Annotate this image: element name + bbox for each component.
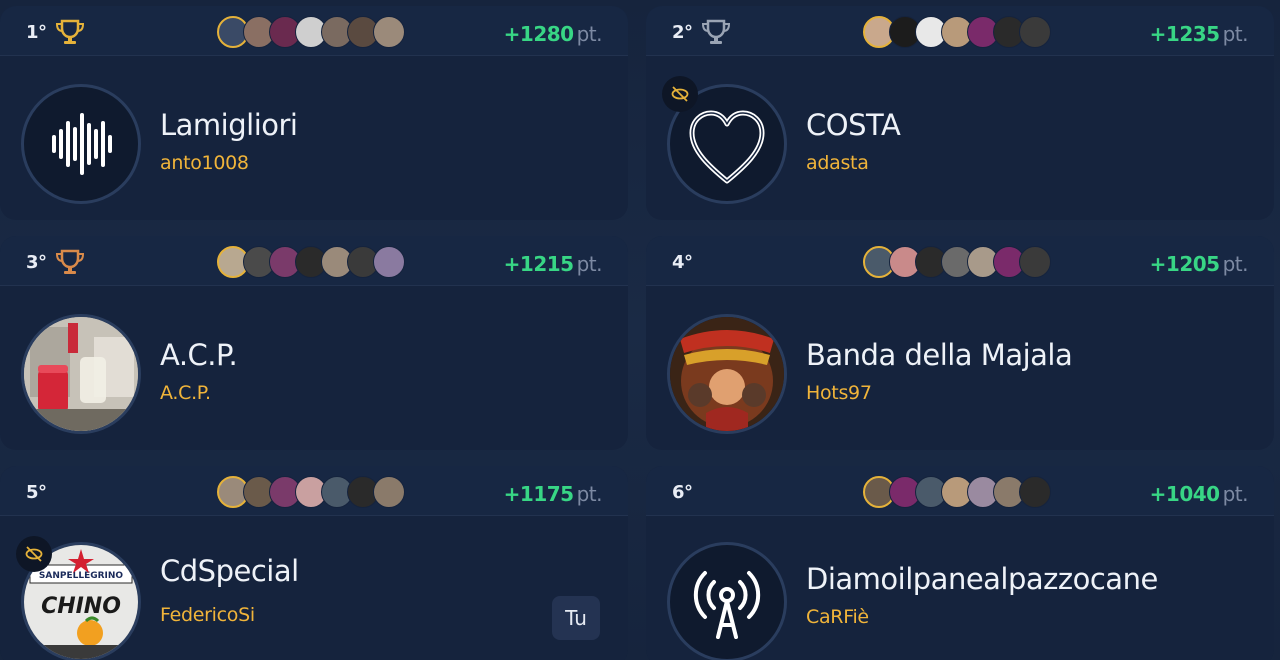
team-name[interactable]: CdSpecial bbox=[160, 554, 299, 588]
team-logo bbox=[21, 314, 141, 434]
team-owner: A.C.P. bbox=[160, 382, 211, 404]
team-owner: anto1008 bbox=[160, 152, 249, 174]
card-header: 4° +1205 pt. bbox=[646, 236, 1274, 286]
svg-text:CHINO: CHINO bbox=[41, 594, 121, 619]
member-avatars bbox=[863, 476, 1051, 508]
member-avatar[interactable] bbox=[1019, 246, 1051, 278]
member-avatars bbox=[217, 246, 405, 278]
team-name[interactable]: A.C.P. bbox=[160, 338, 238, 372]
rank-label: 6° bbox=[672, 482, 693, 503]
photo-drink-icon bbox=[24, 317, 138, 431]
leaderboard-grid: 1° +1280 pt. Lamigliori anto1008 2° +123… bbox=[0, 0, 1280, 660]
team-card-4[interactable]: 4° +1205 pt. Banda della Majala Hots97 bbox=[646, 236, 1274, 450]
member-avatars bbox=[863, 16, 1051, 48]
team-owner: Hots97 bbox=[806, 382, 872, 404]
rank-label: 4° bbox=[672, 252, 693, 273]
rank-label: 3° bbox=[26, 252, 47, 273]
team-name[interactable]: Diamoilpanealpazzocane bbox=[806, 562, 1158, 596]
sound-wave-icon bbox=[52, 113, 112, 175]
rank-label: 5° bbox=[26, 482, 47, 503]
points-value: +1205 pt. bbox=[1149, 252, 1249, 276]
team-logo bbox=[667, 542, 787, 660]
member-avatars bbox=[217, 476, 405, 508]
team-card-6[interactable]: 6° +1040 pt. Diamoilpanealpazzocane CaRF… bbox=[646, 466, 1274, 660]
member-avatar[interactable] bbox=[373, 246, 405, 278]
team-logo bbox=[667, 314, 787, 434]
points-value: +1280 pt. bbox=[503, 22, 603, 46]
trophy-icon bbox=[55, 249, 85, 274]
team-name[interactable]: Banda della Majala bbox=[806, 338, 1073, 372]
points-value: +1215 pt. bbox=[503, 252, 603, 276]
member-avatar[interactable] bbox=[1019, 476, 1051, 508]
team-owner: FedericoSi bbox=[160, 604, 255, 626]
card-header: 6° +1040 pt. bbox=[646, 466, 1274, 516]
trophy-icon bbox=[701, 19, 731, 44]
member-avatars bbox=[217, 16, 405, 48]
trophy-icon bbox=[55, 19, 85, 44]
team-card-3[interactable]: 3° +1215 pt. A.C.P. A.C.P. bbox=[0, 236, 628, 450]
rank-label: 2° bbox=[672, 22, 693, 43]
team-logo bbox=[21, 84, 141, 204]
broadcast-tower-icon bbox=[693, 571, 761, 639]
svg-text:SANPELLEGRINO: SANPELLEGRINO bbox=[39, 571, 124, 581]
eye-slash-icon bbox=[662, 76, 698, 112]
eye-slash-icon bbox=[16, 536, 52, 572]
team-card-5[interactable]: 5° +1175 pt. SANPELLEGRINO CHINO CdSpeci… bbox=[0, 466, 628, 660]
points-value: +1175 pt. bbox=[503, 482, 603, 506]
team-owner: CaRFiè bbox=[806, 606, 869, 628]
member-avatars bbox=[863, 246, 1051, 278]
you-badge: Tu bbox=[552, 596, 600, 640]
team-card-1[interactable]: 1° +1280 pt. Lamigliori anto1008 bbox=[0, 6, 628, 220]
team-name[interactable]: COSTA bbox=[806, 108, 901, 142]
banda-illustration-icon bbox=[670, 317, 784, 431]
member-avatar[interactable] bbox=[1019, 16, 1051, 48]
team-owner: adasta bbox=[806, 152, 869, 174]
team-name[interactable]: Lamigliori bbox=[160, 108, 298, 142]
rank-label: 1° bbox=[26, 22, 47, 43]
card-header: 2° +1235 pt. bbox=[646, 6, 1274, 56]
points-value: +1235 pt. bbox=[1149, 22, 1249, 46]
card-header: 5° +1175 pt. bbox=[0, 466, 628, 516]
card-header: 3° +1215 pt. bbox=[0, 236, 628, 286]
card-header: 1° +1280 pt. bbox=[0, 6, 628, 56]
points-value: +1040 pt. bbox=[1149, 482, 1249, 506]
member-avatar[interactable] bbox=[373, 16, 405, 48]
member-avatar[interactable] bbox=[373, 476, 405, 508]
team-card-2[interactable]: 2° +1235 pt. COSTA adasta bbox=[646, 6, 1274, 220]
